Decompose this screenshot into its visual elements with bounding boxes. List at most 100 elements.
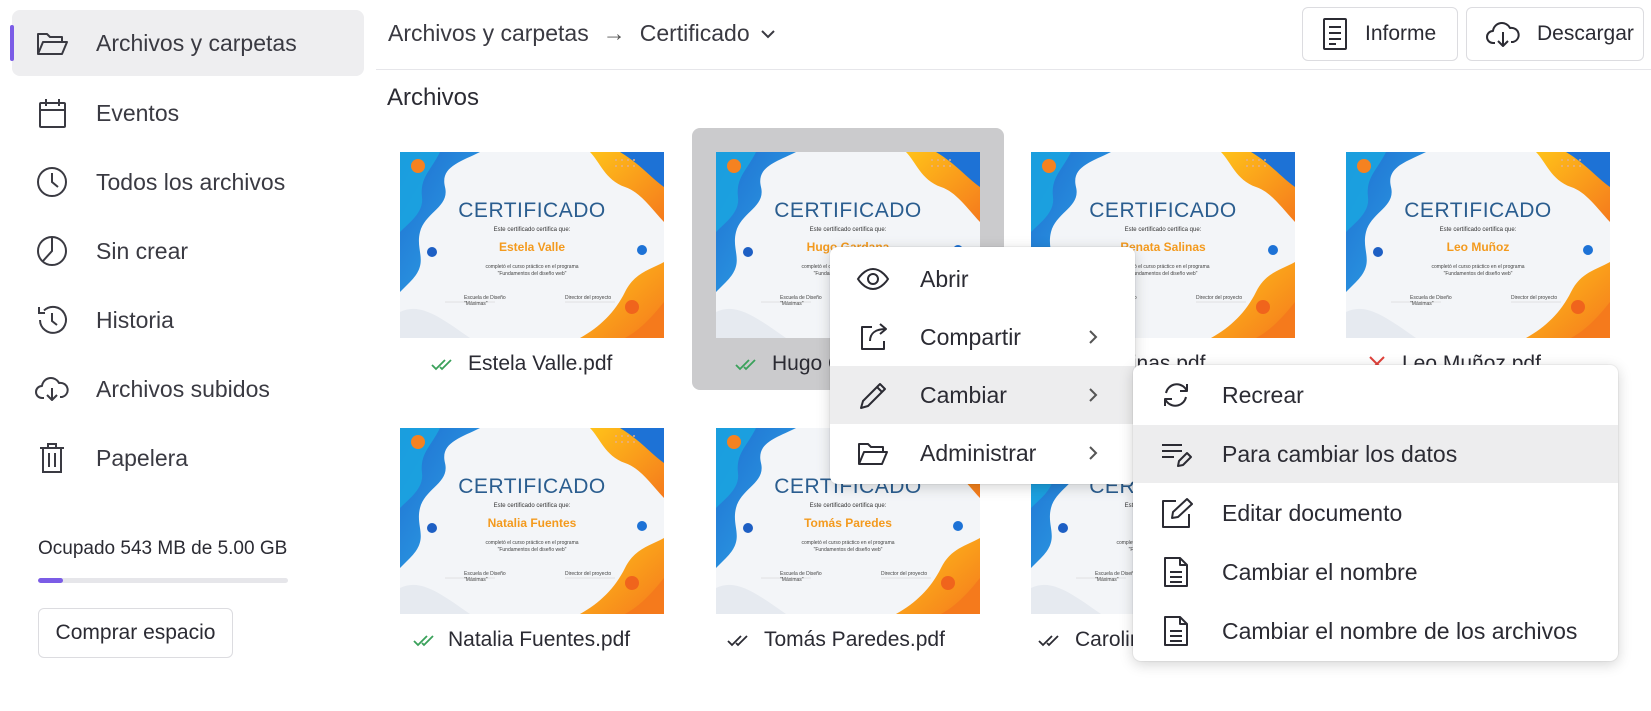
file-label-row: Estela Valle.pdf <box>376 350 688 382</box>
certificate-title: CERTIFICADO <box>1404 199 1552 222</box>
submenu-item-cambiar-nombre-archivos[interactable]: Cambiar el nombre de los archivos <box>1133 602 1618 660</box>
submenu-item-editar-documento[interactable]: Editar documento <box>1133 484 1618 542</box>
certificate-signature-left-line: "Máximas" <box>464 577 488 583</box>
list-edit-icon <box>1162 444 1192 467</box>
cloud-upload-icon <box>35 377 69 401</box>
certificate-signature-left: Escuela de Diseño"Máximas" <box>464 295 506 307</box>
report-document-icon <box>1323 18 1347 50</box>
certificate-recipient: Leo Muñoz <box>1446 240 1510 254</box>
certificate-subtitle: Este certificado certifica que: <box>809 227 887 233</box>
certificate-line: completó el curso práctico en el program… <box>485 264 579 270</box>
file-name: Natalia Fuentes.pdf <box>448 628 631 651</box>
file-card[interactable]: CERTIFICADO Este certificado certifica q… <box>1322 128 1634 390</box>
submenu-item-cambiar-nombre[interactable]: Cambiar el nombre <box>1133 543 1618 601</box>
sidebar-item-archivos-subidos[interactable]: Archivos subidos <box>12 356 364 422</box>
certificate-signature-left-line: "Máximas" <box>1095 577 1119 583</box>
certificate-signature-left: Escuela de Diseño"Máximas" <box>1095 571 1137 583</box>
context-menu-item-cambiar[interactable]: Cambiar <box>830 366 1135 424</box>
folder-open-icon <box>37 33 68 55</box>
certificate-signature-right: Director del proyecto <box>565 571 612 577</box>
top-bar: Archivos y carpetas → Certificado Inform… <box>376 0 1651 70</box>
context-menu-item-administrar[interactable]: Administrar <box>830 424 1135 482</box>
file-label-row: Tomás Paredes.pdf <box>692 626 1004 658</box>
sidebar-item-papelera[interactable]: Papelera <box>12 425 364 491</box>
chevron-down-icon[interactable] <box>758 24 778 44</box>
submenu-item-recrear[interactable]: Recrear <box>1133 366 1618 424</box>
double-check-icon <box>1037 630 1063 650</box>
storage-progress-bar <box>38 578 288 583</box>
context-menu-label: Abrir <box>920 265 969 292</box>
file-name: Carolin <box>1075 628 1142 651</box>
sidebar-item-label: Eventos <box>96 99 180 126</box>
sidebar-item-archivos-y-carpetas[interactable]: Archivos y carpetas <box>10 10 364 76</box>
download-button[interactable]: Descargar <box>1466 7 1644 61</box>
sidebar-item-label: Archivos y carpetas <box>96 29 297 56</box>
certificate-recipient: Estela Valle <box>498 240 566 254</box>
context-menu-label: Administrar <box>920 439 1037 466</box>
folder-open-icon <box>858 443 888 465</box>
submenu-item-cambiar-datos[interactable]: Para cambiar los datos <box>1133 425 1618 483</box>
certificate-line: "Fundamentos del diseño web" <box>497 271 567 277</box>
pencil-icon <box>860 383 886 409</box>
breadcrumb: Archivos y carpetas → Certificado <box>388 20 778 47</box>
file-name: Tomás Paredes.pdf <box>764 628 945 651</box>
refresh-icon <box>1164 383 1188 407</box>
submenu-label: Cambiar el nombre <box>1222 558 1418 585</box>
history-icon <box>38 305 67 334</box>
submenu-label: Recrear <box>1222 381 1304 408</box>
double-check-icon <box>734 354 760 374</box>
double-check-icon <box>430 354 456 374</box>
certificate-signature-right: Director del proyecto <box>1196 295 1243 301</box>
buy-space-button[interactable]: Comprar espacio <box>38 608 233 658</box>
trash-icon <box>40 443 64 473</box>
double-check-icon <box>726 630 752 650</box>
certificate-subtitle: Este certificado certifica que: <box>809 503 887 509</box>
sidebar-item-label: Sin crear <box>96 237 189 264</box>
certificate-recipient: Natalia Fuentes <box>487 516 577 530</box>
file-thumbnail[interactable]: CERTIFICADO Este certificado certifica q… <box>400 428 664 614</box>
file-thumbnail[interactable]: CERTIFICADO Este certificado certifica q… <box>1346 152 1610 338</box>
context-menu: Abrir Compartir Cambiar Administrar <box>830 247 1135 484</box>
certificate-title: CERTIFICADO <box>774 199 922 222</box>
certificate-line: completó el curso práctico en el program… <box>1431 264 1525 270</box>
certificate-signature-right: Director del proyecto <box>565 295 612 301</box>
sidebar-item-historia[interactable]: Historia <box>12 287 364 353</box>
certificate-line: "Fundamentos del diseño web" <box>813 547 883 553</box>
breadcrumb-root-link[interactable]: Archivos y carpetas <box>388 20 589 47</box>
certificate-subtitle: Este certificado certifica que: <box>493 503 571 509</box>
sidebar-item-sin-crear[interactable]: Sin crear <box>12 218 364 284</box>
certificate-line: "Fundamentos del diseño web" <box>1443 271 1513 277</box>
context-menu-item-abrir[interactable]: Abrir <box>830 250 1135 308</box>
sidebar-item-label: Papelera <box>96 444 189 471</box>
certificate-signature-right: Director del proyecto <box>1511 295 1558 301</box>
submenu-label: Para cambiar los datos <box>1222 440 1458 467</box>
context-menu-item-compartir[interactable]: Compartir <box>830 308 1135 366</box>
certificate-subtitle: Este certificado certifica que: <box>493 227 571 233</box>
eye-icon <box>856 267 890 291</box>
context-menu-label: Compartir <box>920 323 1021 350</box>
submenu-cambiar: Recrear Para cambiar los datos Editar do… <box>1133 365 1618 661</box>
certificate-signature-left: Escuela de Diseño"Máximas" <box>780 295 822 307</box>
file-card[interactable]: CERTIFICADO Este certificado certifica q… <box>376 404 688 666</box>
sidebar-item-label: Historia <box>96 306 174 333</box>
pie-chart-icon <box>37 236 67 266</box>
file-thumbnail[interactable]: CERTIFICADO Este certificado certifica q… <box>400 152 664 338</box>
certificate-title: CERTIFICADO <box>458 199 606 222</box>
certificate-subtitle: Este certificado certifica que: <box>1124 227 1202 233</box>
chevron-right-icon <box>1089 388 1098 402</box>
storage-usage-text: Ocupado 543 MB de 5.00 GB <box>38 538 288 559</box>
download-button-label: Descargar <box>1537 22 1634 45</box>
certificate-line: "Fundamentos del diseño web" <box>497 547 567 553</box>
certificate-recipient: Tomás Paredes <box>804 516 892 530</box>
breadcrumb-current-folder[interactable]: Certificado <box>640 20 750 47</box>
certificate-signature-left: Escuela de Diseño"Máximas" <box>464 571 506 583</box>
file-card[interactable]: CERTIFICADO Este certificado certifica q… <box>376 128 688 390</box>
file-name: Estela Valle.pdf <box>468 352 613 375</box>
report-button[interactable]: Informe <box>1302 7 1458 61</box>
certificate-title: CERTIFICADO <box>458 475 606 498</box>
sidebar-item-todos-los-archivos[interactable]: Todos los archivos <box>12 149 364 215</box>
context-menu-label: Cambiar <box>920 381 1007 408</box>
certificate-signature-left: Escuela de Diseño"Máximas" <box>780 571 822 583</box>
sidebar-item-eventos[interactable]: Eventos <box>12 80 364 146</box>
certificate-signature-left: Escuela de Diseño"Máximas" <box>1410 295 1452 307</box>
